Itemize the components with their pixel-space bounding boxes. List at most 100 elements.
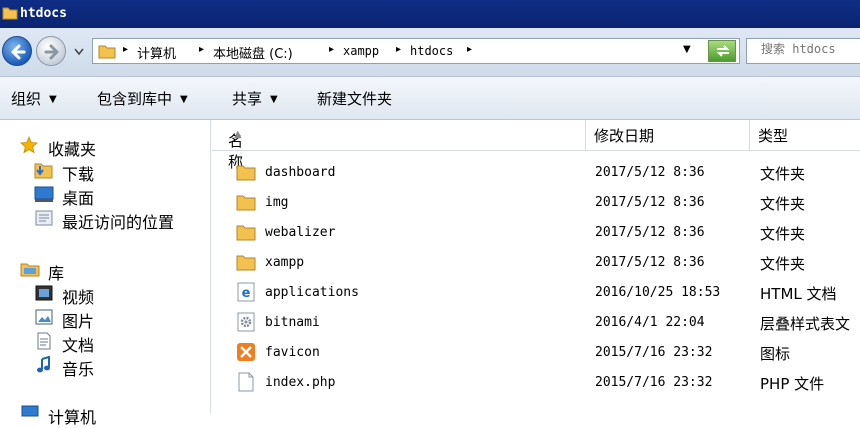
share-label: 共享 [232,90,263,108]
desktop-icon [34,186,54,202]
address-bar[interactable]: ▸ 计算机 ▸ 本地磁盘 (C:) ▸ xampp ▸ htdocs ▸ ▼ [92,38,740,64]
dropdown-arrow-icon: ▼ [180,94,188,105]
file-type: 图标 [760,345,791,363]
file-name: dashboard [265,165,336,180]
file-type: 文件夹 [760,255,806,273]
include-in-library-menu[interactable]: 包含到库中 ▼ [97,88,188,109]
breadcrumb-htdocs[interactable]: htdocs [410,44,453,58]
file-type: 文件夹 [760,165,806,183]
file-type: PHP 文件 [760,375,825,393]
new-folder-button[interactable]: 新建文件夹 [317,88,392,109]
sidebar-item-label: 下载 [62,165,95,184]
column-header-row: 名称 ▲ 修改日期 类型 [212,120,860,171]
dropdown-arrow-icon: ▼ [270,94,278,105]
file-row[interactable]: favicon 2015/7/16 23:32 图标 [212,338,860,368]
music-library-icon [37,356,50,373]
file-name: xampp [265,255,305,270]
breadcrumb-separator-icon[interactable]: ▸ [123,44,128,55]
column-header-modified[interactable]: 修改日期 [586,120,750,150]
folder-icon [98,42,116,64]
file-modified: 2016/4/1 22:04 [595,315,705,330]
file-row[interactable]: e applications 2016/10/25 18:53 HTML 文档 [212,278,860,308]
title-bar[interactable]: htdocs [0,0,860,28]
favorites-label: 收藏夹 [48,140,97,159]
column-modified-label: 修改日期 [594,127,655,145]
file-modified: 2017/5/12 8:36 [595,195,705,210]
file-list: dashboard 2017/5/12 8:36 文件夹 img 2017/5/… [212,158,860,414]
breadcrumb-xampp[interactable]: xampp [343,44,379,58]
refresh-button[interactable] [708,40,736,62]
breadcrumb-separator-icon[interactable]: ▸ [329,44,334,55]
sidebar-item-label: 视频 [62,288,95,307]
download-folder-icon [34,163,53,179]
star-icon [20,136,38,154]
video-library-icon [35,285,53,301]
breadcrumb-separator-icon[interactable]: ▸ [199,44,204,55]
library-icon [20,263,40,277]
file-modified: 2017/5/12 8:36 [595,255,705,270]
back-button[interactable] [2,36,32,66]
share-menu[interactable]: 共享 ▼ [232,88,278,109]
file-name: webalizer [265,225,336,240]
file-row[interactable]: bitnami 2016/4/1 22:04 层叠样式表文 [212,308,860,338]
folder-icon [236,162,256,186]
file-icon [236,372,256,396]
organize-label: 组织 [11,90,42,108]
file-type: 文件夹 [760,225,806,243]
breadcrumb-separator-icon[interactable]: ▸ [396,44,401,55]
forward-arrow-icon [44,44,59,60]
file-row[interactable]: dashboard 2017/5/12 8:36 文件夹 [212,158,860,188]
column-header-name[interactable]: 名称 ▲ [212,120,586,171]
file-modified: 2015/7/16 23:32 [595,375,713,390]
document-library-icon [37,332,51,350]
breadcrumb-computer[interactable]: 计算机 [137,43,176,62]
sidebar-item-label: 最近访问的位置 [62,213,175,232]
column-header-type[interactable]: 类型 [750,120,860,150]
navigation-bar: ▸ 计算机 ▸ 本地磁盘 (C:) ▸ xampp ▸ htdocs ▸ ▼ [0,28,860,77]
refresh-icon [716,45,730,57]
sidebar-item-label: 文档 [62,336,95,355]
breadcrumb-separator-icon[interactable]: ▸ [467,44,472,55]
ie-html-icon: e [236,282,256,306]
file-row[interactable]: xampp 2017/5/12 8:36 文件夹 [212,248,860,278]
file-modified: 2017/5/12 8:36 [595,165,705,180]
file-type: HTML 文档 [760,285,837,303]
file-row[interactable]: webalizer 2017/5/12 8:36 文件夹 [212,218,860,248]
file-modified: 2015/7/16 23:32 [595,345,713,360]
forward-button[interactable] [36,36,66,66]
file-type: 文件夹 [760,195,806,213]
xampp-icon [236,342,256,366]
column-type-label: 类型 [758,127,789,145]
libraries-label: 库 [48,264,65,283]
computer-label: 计算机 [48,408,97,427]
folder-icon [236,252,256,276]
sidebar-item-label: 音乐 [62,360,95,379]
address-history-dropdown-icon[interactable]: ▼ [683,44,691,55]
file-name: bitnami [265,315,320,330]
folder-icon [236,192,256,216]
file-type: 层叠样式表文 [760,315,851,333]
folder-icon [236,222,256,246]
picture-library-icon [35,309,53,325]
search-input[interactable] [747,39,860,56]
file-modified: 2016/10/25 18:53 [595,285,721,300]
command-toolbar: 组织 ▼ 包含到库中 ▼ 共享 ▼ 新建文件夹 [0,77,860,120]
file-name: index.php [265,375,336,390]
folder-icon [2,5,18,25]
include-in-library-label: 包含到库中 [97,90,173,108]
file-row[interactable]: index.php 2015/7/16 23:32 PHP 文件 [212,368,860,398]
recent-places-icon [35,210,53,226]
computer-icon [21,405,39,417]
window-title: htdocs [20,6,67,21]
new-folder-label: 新建文件夹 [317,90,393,108]
file-modified: 2017/5/12 8:36 [595,225,705,240]
sidebar-item-label: 图片 [62,312,95,331]
css-gear-icon [236,312,256,336]
breadcrumb-local-disk[interactable]: 本地磁盘 (C:) [213,43,293,62]
dropdown-arrow-icon: ▼ [49,94,57,105]
recent-pages-dropdown-icon[interactable] [74,48,84,56]
file-name: applications [265,285,359,300]
file-row[interactable]: img 2017/5/12 8:36 文件夹 [212,188,860,218]
search-box[interactable] [746,38,860,64]
organize-menu[interactable]: 组织 ▼ [11,88,57,109]
